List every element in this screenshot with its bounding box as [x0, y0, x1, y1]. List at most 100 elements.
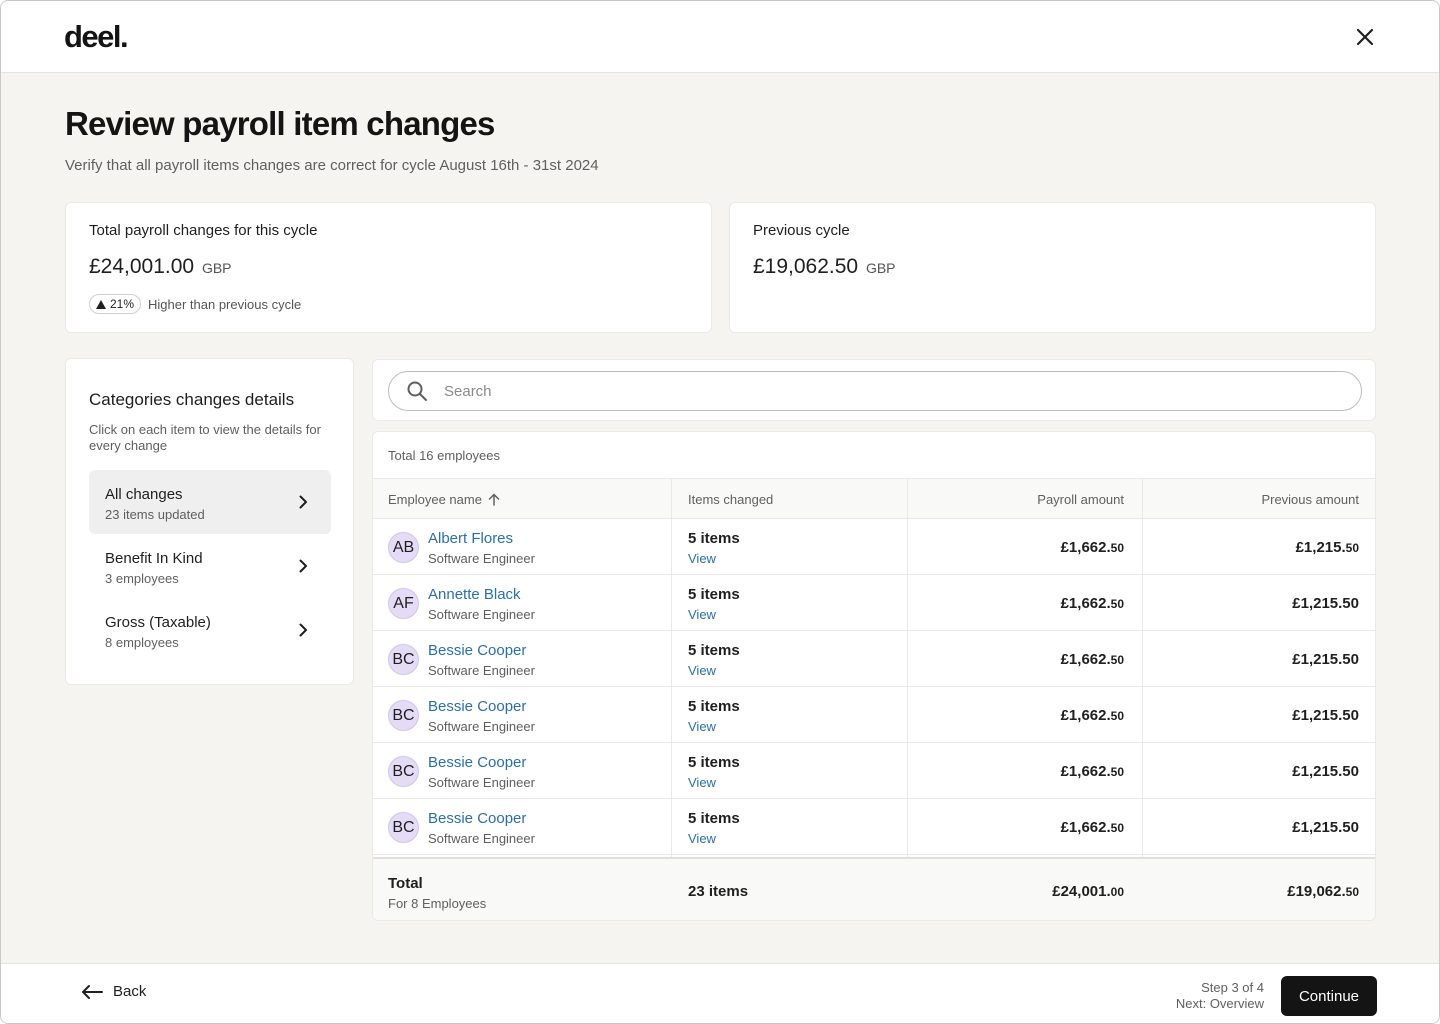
table-row: BC Bessie Cooper Software Engineer 5 ite… — [373, 631, 1375, 687]
table-total-row: Total For 8 Employees 23 items £24,001.0… — [373, 857, 1375, 920]
payroll-amount: £1,662.50 — [1061, 539, 1124, 556]
total-label: Total — [388, 875, 423, 892]
items-changed-count: 5 items — [688, 754, 740, 771]
back-label: Back — [113, 983, 147, 1000]
header-items-changed: Items changed — [688, 492, 774, 507]
header-employee-name[interactable]: Employee name — [388, 492, 500, 507]
items-changed-count: 5 items — [688, 530, 740, 547]
previous-amount-value: £19,062.50 — [753, 255, 859, 278]
table-row: BC Bessie Cooper Software Engineer 5 ite… — [373, 743, 1375, 799]
table-row: BC Bessie Cooper Software Engineer 5 ite… — [373, 687, 1375, 743]
page-title: Review payroll item changes — [65, 105, 495, 142]
header-label: Employee name — [388, 492, 482, 507]
payroll-amount: £1,662.50 — [1061, 707, 1124, 724]
amount-cents: 50 — [1110, 597, 1124, 611]
amount-main: £1,662. — [1060, 651, 1111, 668]
items-changed-count: 5 items — [688, 698, 740, 715]
close-button[interactable] — [1351, 23, 1379, 51]
avatar: BC — [388, 644, 419, 675]
employee-name-link[interactable]: Bessie Cooper — [428, 642, 526, 659]
category-sub: 3 employees — [105, 571, 179, 586]
change-badge-note: Higher than previous cycle — [148, 297, 302, 312]
amount-main: £1,662. — [1060, 763, 1111, 780]
view-items-link[interactable]: View — [688, 719, 716, 734]
chevron-right-icon — [299, 559, 307, 573]
employee-name-link[interactable]: Albert Flores — [428, 530, 513, 547]
triangle-up-icon — [96, 299, 106, 309]
current-amount-value: £24,001.00 — [89, 255, 195, 278]
view-items-link[interactable]: View — [688, 551, 716, 566]
step-indicator: Step 3 of 4 Next: Overview — [1176, 980, 1264, 1012]
table-row: AB Albert Flores Software Engineer 5 ite… — [373, 519, 1375, 575]
employee-name-link[interactable]: Bessie Cooper — [428, 810, 526, 827]
view-items-link[interactable]: View — [688, 663, 716, 678]
previous-amount: £1,215.50 — [1292, 819, 1359, 836]
amount-main: £1,662. — [1060, 595, 1111, 612]
table-row: BC Bessie Cooper Software Engineer 5 ite… — [373, 799, 1375, 855]
current-amount-currency: GBP — [201, 260, 232, 276]
table-header: Employee name Items changed Payroll amou… — [373, 478, 1375, 519]
previous-amount-currency: GBP — [865, 260, 896, 276]
change-badge-value: 21% — [110, 297, 135, 311]
current-cycle-label: Total payroll changes for this cycle — [89, 222, 318, 239]
view-items-link[interactable]: View — [688, 775, 716, 790]
current-cycle-amount: £24,001.00 GBP — [89, 255, 232, 279]
back-button[interactable]: Back — [81, 983, 146, 1000]
amount-cents: 50 — [1110, 765, 1124, 779]
amount-main: £1,662. — [1060, 539, 1111, 556]
payroll-amount: £1,662.50 — [1061, 763, 1124, 780]
current-cycle-card: Total payroll changes for this cycle £24… — [65, 202, 712, 333]
amount-main: £1,215. — [1295, 539, 1346, 556]
total-previous-amount: £19,062.50 — [1287, 883, 1359, 900]
employee-name-link[interactable]: Annette Black — [428, 586, 521, 603]
amount-cents: 50 — [1345, 885, 1359, 899]
employee-role: Software Engineer — [428, 719, 535, 734]
employee-name-link[interactable]: Bessie Cooper — [428, 698, 526, 715]
category-all-changes[interactable]: All changes 23 items updated — [89, 470, 331, 534]
category-sub: 23 items updated — [105, 507, 205, 522]
category-name: Gross (Taxable) — [105, 614, 211, 631]
payroll-amount: £1,662.50 — [1061, 651, 1124, 668]
amount-main: £1,662. — [1060, 707, 1111, 724]
amount-cents: 50 — [1110, 709, 1124, 723]
avatar: BC — [388, 756, 419, 787]
amount-cents: 50 — [1110, 541, 1124, 555]
employee-role: Software Engineer — [428, 607, 535, 622]
category-gross-taxable[interactable]: Gross (Taxable) 8 employees — [89, 598, 331, 662]
search-input[interactable] — [444, 382, 1324, 400]
header-previous-amount: Previous amount — [1261, 492, 1359, 507]
footer-bar: Back Step 3 of 4 Next: Overview Continue — [1, 963, 1439, 1023]
previous-cycle-card: Previous cycle £19,062.50 GBP — [729, 202, 1376, 333]
amount-main: £1,662. — [1060, 819, 1111, 836]
amount-cents: 50 — [1110, 821, 1124, 835]
arrow-up-icon — [488, 493, 500, 506]
total-payroll-amount: £24,001.00 — [1052, 883, 1124, 900]
category-sub: 8 employees — [105, 635, 179, 650]
total-sub: For 8 Employees — [388, 896, 487, 911]
chevron-right-icon — [299, 495, 307, 509]
table-row: AF Annette Black Software Engineer 5 ite… — [373, 575, 1375, 631]
search-box[interactable] — [388, 371, 1362, 411]
employees-table: Total 16 employees Employee name Items c… — [372, 431, 1376, 921]
previous-amount: £1,215.50 — [1292, 707, 1359, 724]
close-icon — [1356, 28, 1374, 46]
amount-cents: 50 — [1110, 653, 1124, 667]
continue-button[interactable]: Continue — [1281, 976, 1377, 1016]
employee-name-link[interactable]: Bessie Cooper — [428, 754, 526, 771]
previous-cycle-amount: £19,062.50 GBP — [753, 255, 896, 279]
avatar: BC — [388, 812, 419, 843]
deel-logo[interactable]: deel. — [64, 19, 129, 55]
employee-role: Software Engineer — [428, 775, 535, 790]
category-name: All changes — [105, 486, 183, 503]
amount-main: £19,062. — [1287, 883, 1346, 900]
view-items-link[interactable]: View — [688, 831, 716, 846]
categories-description: Click on each item to view the details f… — [89, 422, 321, 453]
employee-role: Software Engineer — [428, 551, 535, 566]
total-items: 23 items — [688, 883, 749, 900]
amount-main: £1,215.50 — [1292, 595, 1359, 612]
previous-amount: £1,215.50 — [1296, 539, 1359, 556]
view-items-link[interactable]: View — [688, 607, 716, 622]
previous-amount: £1,215.50 — [1292, 651, 1359, 668]
payroll-amount: £1,662.50 — [1061, 819, 1124, 836]
category-benefit-in-kind[interactable]: Benefit In Kind 3 employees — [89, 534, 331, 598]
